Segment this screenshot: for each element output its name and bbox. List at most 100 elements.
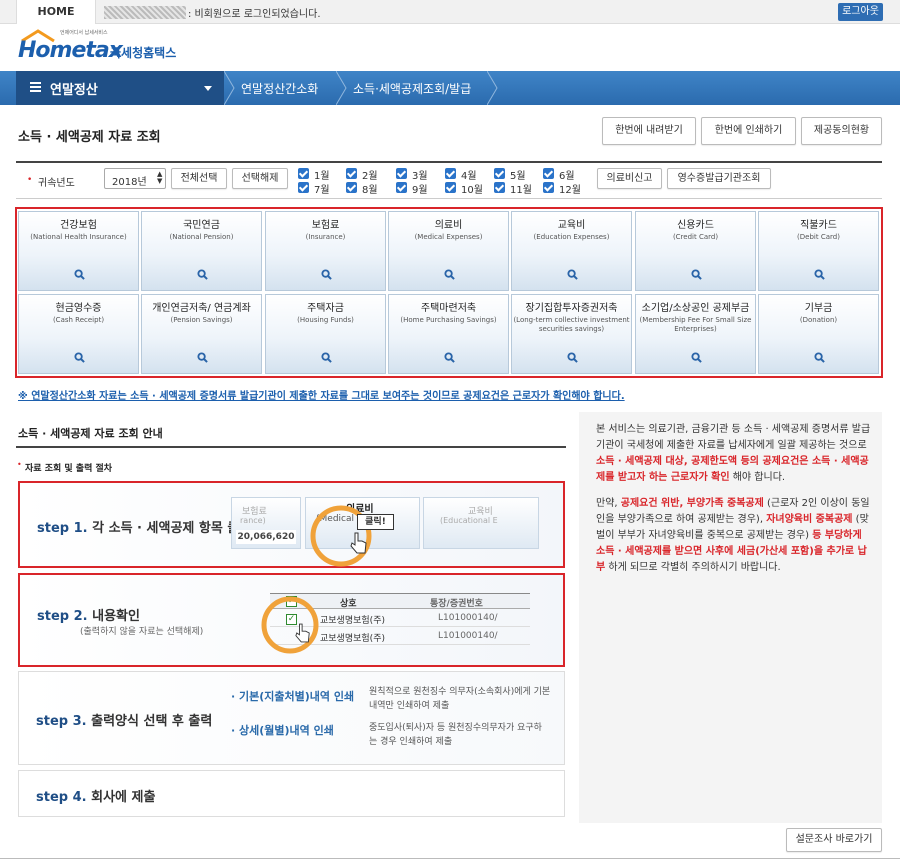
category-subtitle: (National Pension) [169, 233, 234, 241]
logo-brand: Hometax [18, 38, 123, 63]
month-label: 2월 [362, 171, 378, 182]
month-label: 11월 [510, 185, 532, 196]
procedure-title: 자료 조회 및 출력 절차 [25, 464, 113, 474]
highlight-circle-icon [261, 596, 319, 654]
search-icon [814, 269, 825, 280]
search-icon [814, 352, 825, 363]
notice-text: ※ 연말정산간소화 자료는 소득 · 세액공제 증명서류 발급기관이 제출한 자… [18, 391, 625, 402]
category-title: 개인연금저축/ 연금계좌 [152, 303, 251, 314]
info-paragraph-2: 만약, 공제요건 위반, 부양가족 중복공제 (근로자 2인 이상이 동일인을 … [596, 496, 871, 576]
caret-down-icon[interactable] [204, 86, 212, 91]
step3-option1: · 기본(지출처별)내역 인쇄 [231, 690, 355, 703]
step2-text: 내용확인 [92, 609, 140, 624]
search-icon [444, 352, 455, 363]
search-icon [691, 269, 702, 280]
breadcrumb-1[interactable]: 연말정산간소화 [241, 80, 318, 97]
category-card[interactable]: 주택마련저축 (Home Purchasing Savings) [388, 294, 509, 374]
category-title: 보험료 [311, 220, 340, 231]
month-checkbox-6[interactable] [543, 168, 554, 179]
menu-icon[interactable] [30, 82, 41, 93]
category-card[interactable]: 의료비 (Medical Expenses) [388, 211, 509, 291]
step1-text: 각 소득 · 세액공제 항목 클릭 [92, 521, 252, 536]
category-card[interactable]: 국민연금 (National Pension) [141, 211, 262, 291]
search-icon [321, 352, 332, 363]
nav-main-menu[interactable] [16, 71, 224, 105]
step1-box: step 1. 각 소득 · 세액공제 항목 클릭 보험료 rance) 20,… [18, 481, 565, 568]
month-checkbox-11[interactable] [494, 182, 505, 193]
category-subtitle: (Donation) [799, 316, 838, 324]
month-checkbox-8[interactable] [346, 182, 357, 193]
search-icon [567, 269, 578, 280]
month-label: 9월 [412, 185, 428, 196]
info-text: 만약, [596, 498, 621, 509]
step2-label: step 2. 내용확인 [37, 605, 140, 624]
search-icon [321, 269, 332, 280]
breadcrumb-separator-icon [336, 71, 347, 105]
breadcrumb-separator-icon [487, 71, 498, 105]
hometax-logo[interactable]: 언제어디서 납세서비스 Hometax 국세청홈택스 [18, 27, 198, 67]
month-checkbox-10[interactable] [445, 182, 456, 193]
consent-status-button[interactable]: 제공동의현황 [801, 117, 882, 145]
category-title: 주택자금 [307, 303, 344, 314]
category-title: 교육비 [557, 220, 586, 231]
info-text: 하게 되므로 각별히 주의하시기 바랍니다. [605, 562, 781, 573]
guide-divider [16, 446, 566, 448]
search-icon [567, 352, 578, 363]
month-checkbox-9[interactable] [396, 182, 407, 193]
logout-button[interactable]: 로그아웃 [838, 3, 883, 21]
month-checkbox-5[interactable] [494, 168, 505, 179]
step1-amount: 20,066,620 [236, 530, 296, 544]
category-card[interactable]: 현금영수증 (Cash Receipt) [18, 294, 139, 374]
category-title: 기부금 [804, 303, 833, 314]
month-label: 10월 [461, 185, 483, 196]
category-card[interactable]: 개인연금저축/ 연금계좌 (Pension Savings) [141, 294, 262, 374]
home-link[interactable]: HOME [16, 0, 96, 24]
step4-label: step 4. 회사에 제출 [36, 786, 155, 805]
step2-col1: 상호 [340, 599, 357, 609]
step4-box: step 4. 회사에 제출 [18, 770, 565, 817]
category-card[interactable]: 주택자금 (Housing Funds) [265, 294, 386, 374]
category-subtitle: (Membership Fee For Small Size Enterpris… [639, 316, 752, 333]
category-card[interactable]: 기부금 (Donation) [758, 294, 879, 374]
category-title: 직불카드 [800, 220, 837, 231]
user-name-masked [104, 6, 186, 19]
step2-row-name: 교보생명보험(주) [320, 616, 385, 626]
step3-number: step 3. [36, 714, 87, 729]
survey-button[interactable]: 설문조사 바로가기 [786, 828, 882, 852]
year-select[interactable]: 2018년 ▲ ▼ [104, 168, 166, 189]
month-checkbox-3[interactable] [396, 168, 407, 179]
step2-row-number: L101000140/ [438, 631, 498, 641]
month-checkbox-12[interactable] [543, 182, 554, 193]
medical-report-button[interactable]: 의료비신고 [597, 168, 662, 189]
category-card[interactable]: 장기집합투자증권저축 (Long-term collective investme… [511, 294, 632, 374]
category-subtitle: (Insurance) [305, 233, 346, 241]
month-checkbox-1[interactable] [298, 168, 309, 179]
step1-card-education: 교육비 (Educational E [423, 497, 539, 549]
category-card[interactable]: 신용카드 (Credit Card) [635, 211, 756, 291]
info-highlight: 공제요건 위반, 부양가족 중복공제 [620, 498, 764, 509]
year-label: 귀속년도 [38, 178, 75, 189]
category-card[interactable]: 보험료 (Insurance) [265, 211, 386, 291]
month-checkbox-2[interactable] [346, 168, 357, 179]
category-card[interactable]: 소기업/소상공인 공제부금 (Membership Fee For Small S… [635, 294, 756, 374]
print-all-button[interactable]: 한번에 인쇄하기 [701, 117, 796, 145]
category-subtitle: (Housing Funds) [297, 316, 354, 324]
step3-label: step 3. 출력양식 선택 후 출력 [36, 710, 212, 729]
month-checkbox-7[interactable] [298, 182, 309, 193]
month-label: 1월 [314, 171, 330, 182]
download-all-button[interactable]: 한번에 내려받기 [602, 117, 696, 145]
category-card[interactable]: 건강보험 (National Health Insurance) [18, 211, 139, 291]
info-paragraph-1: 본 서비스는 의료기관, 금융기관 등 소득 · 세액공제 증명서류 발급기관이… [596, 422, 871, 486]
search-icon [74, 352, 85, 363]
deselect-all-button[interactable]: 선택해제 [232, 168, 288, 189]
month-checkbox-4[interactable] [445, 168, 456, 179]
breadcrumb-2[interactable]: 소득·세액공제조회/발급 [353, 80, 471, 97]
category-card[interactable]: 교육비 (Education Expenses) [511, 211, 632, 291]
select-all-button[interactable]: 전체선택 [171, 168, 227, 189]
category-card[interactable]: 직불카드 (Debit Card) [758, 211, 879, 291]
search-icon [197, 352, 208, 363]
step2-sub: (출력하지 않을 자료는 선택해제) [80, 627, 204, 637]
select-arrows-icon: ▲ ▼ [157, 170, 163, 185]
receipt-org-lookup-button[interactable]: 영수증발급기관조회 [667, 168, 771, 189]
nav-main-label[interactable]: 연말정산 [50, 79, 98, 98]
